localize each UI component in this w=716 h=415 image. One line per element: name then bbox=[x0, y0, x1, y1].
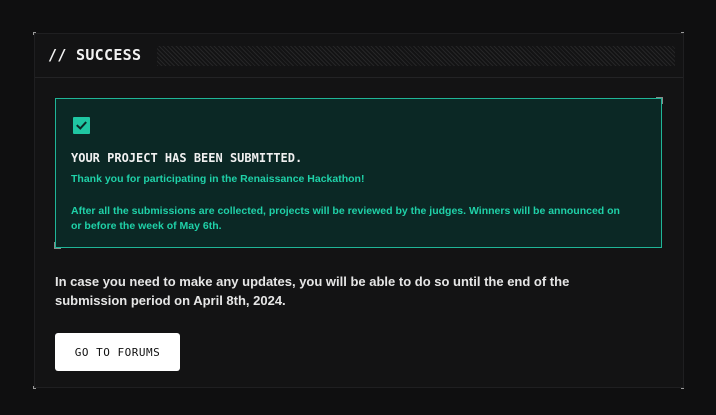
thanks-message: Thank you for participating in the Renai… bbox=[71, 173, 365, 185]
panel-header: // SUCCESS bbox=[35, 34, 683, 78]
check-icon bbox=[73, 117, 90, 134]
go-to-forums-button[interactable]: GO TO FORUMS bbox=[55, 333, 180, 371]
success-heading: YOUR PROJECT HAS BEEN SUBMITTED. bbox=[71, 151, 303, 165]
review-message: After all the submissions are collected,… bbox=[71, 205, 620, 232]
update-deadline-note: In case you need to make any updates, yo… bbox=[55, 274, 570, 308]
box-corner-bottom-left bbox=[54, 242, 61, 249]
box-corner-top-right bbox=[656, 97, 663, 104]
panel-title: // SUCCESS bbox=[48, 46, 142, 64]
header-hatch-decoration bbox=[157, 46, 675, 66]
submission-success-box: YOUR PROJECT HAS BEEN SUBMITTED. Thank y… bbox=[54, 97, 663, 249]
